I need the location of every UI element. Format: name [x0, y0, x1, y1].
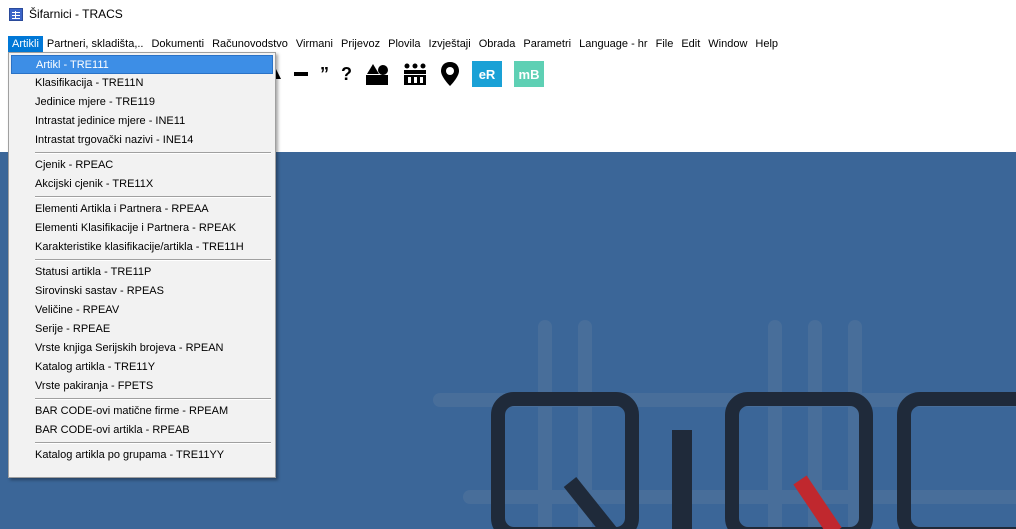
menu-separator: [11, 440, 273, 446]
menu-plovila[interactable]: Plovila: [384, 36, 424, 52]
menu-item-artikl[interactable]: Artikl - TRE111: [11, 55, 273, 74]
shapes-icon[interactable]: [364, 59, 390, 89]
app-grid-icon: [9, 7, 23, 21]
mb-button[interactable]: mB: [514, 61, 544, 87]
menu-parametri[interactable]: Parametri: [519, 36, 575, 52]
menu-edit[interactable]: Edit: [677, 36, 704, 52]
menu-separator: [11, 150, 273, 156]
menu-item-bar-code-firme[interactable]: BAR CODE-ovi matične firme - RPEAM: [11, 402, 273, 421]
menu-item-sirovinski-sastav[interactable]: Sirovinski sastav - RPEAS: [11, 282, 273, 301]
menu-item-velicine[interactable]: Veličine - RPEAV: [11, 301, 273, 320]
menu-item-akcijski-cjenik[interactable]: Akcijski cjenik - TRE11X: [11, 175, 273, 194]
menu-izvjestaji[interactable]: Izvještaji: [425, 36, 475, 52]
menu-separator: [11, 257, 273, 263]
menu-help[interactable]: Help: [751, 36, 782, 52]
artikli-dropdown-menu: Artikl - TRE111 Klasifikacija - TRE11N J…: [8, 52, 276, 478]
menu-item-elementi-klasifikacije[interactable]: Elementi Klasifikacije i Partnera - RPEA…: [11, 219, 273, 238]
menu-partneri[interactable]: Partneri, skladišta,..: [43, 36, 148, 52]
menu-separator: [11, 194, 273, 200]
menu-item-serije[interactable]: Serije - RPEAE: [11, 320, 273, 339]
menu-item-bar-code-artikla[interactable]: BAR CODE-ovi artikla - RPEAB: [11, 421, 273, 440]
menu-artikli[interactable]: Artikli: [8, 35, 43, 52]
menu-item-karakteristike[interactable]: Karakteristike klasifikacije/artikla - T…: [11, 238, 273, 257]
menu-item-intrastat-nazivi[interactable]: Intrastat trgovački nazivi - INE14: [11, 131, 273, 150]
people-group-icon[interactable]: [402, 59, 428, 89]
menu-window[interactable]: Window: [704, 36, 751, 52]
menu-virmani[interactable]: Virmani: [292, 36, 337, 52]
menu-item-elementi-artikla[interactable]: Elementi Artikla i Partnera - RPEAA: [11, 200, 273, 219]
menu-item-cjenik[interactable]: Cjenik - RPEAC: [11, 156, 273, 175]
menu-racunovodstvo[interactable]: Računovodstvo: [208, 36, 292, 52]
menu-item-vrste-pakiranja[interactable]: Vrste pakiranja - FPETS: [11, 377, 273, 396]
menu-dokumenti[interactable]: Dokumenti: [147, 36, 208, 52]
menu-language[interactable]: Language - hr: [575, 36, 652, 52]
menu-item-jedinice-mjere[interactable]: Jedinice mjere - TRE119: [11, 93, 273, 112]
map-pin-icon[interactable]: [440, 59, 460, 89]
er-button[interactable]: eR: [472, 61, 502, 87]
menu-item-vrste-knjiga[interactable]: Vrste knjiga Serijskih brojeva - RPEAN: [11, 339, 273, 358]
menu-separator: [11, 396, 273, 402]
quote-button[interactable]: ”: [320, 59, 329, 89]
menu-item-klasifikacija[interactable]: Klasifikacija - TRE11N: [11, 74, 273, 93]
minus-icon[interactable]: [294, 59, 308, 89]
menu-item-statusi-artikla[interactable]: Statusi artikla - TRE11P: [11, 263, 273, 282]
menu-bar: Artikli Partneri, skladišta,.. Dokumenti…: [0, 34, 1016, 53]
menu-item-katalog-po-grupama[interactable]: Katalog artikla po grupama - TRE11YY: [11, 446, 273, 465]
help-question-button[interactable]: ?: [341, 59, 352, 89]
title-bar: Šifarnici - TRACS: [0, 0, 1016, 28]
menu-item-katalog-artikla[interactable]: Katalog artikla - TRE11Y: [11, 358, 273, 377]
menu-file[interactable]: File: [652, 36, 678, 52]
menu-item-intrastat-jedinice[interactable]: Intrastat jedinice mjere - INE11: [11, 112, 273, 131]
toolbar: ” ? eR mB: [270, 56, 544, 92]
menu-prijevoz[interactable]: Prijevoz: [337, 36, 384, 52]
window-title: Šifarnici - TRACS: [29, 7, 123, 21]
menu-obrada[interactable]: Obrada: [475, 36, 520, 52]
